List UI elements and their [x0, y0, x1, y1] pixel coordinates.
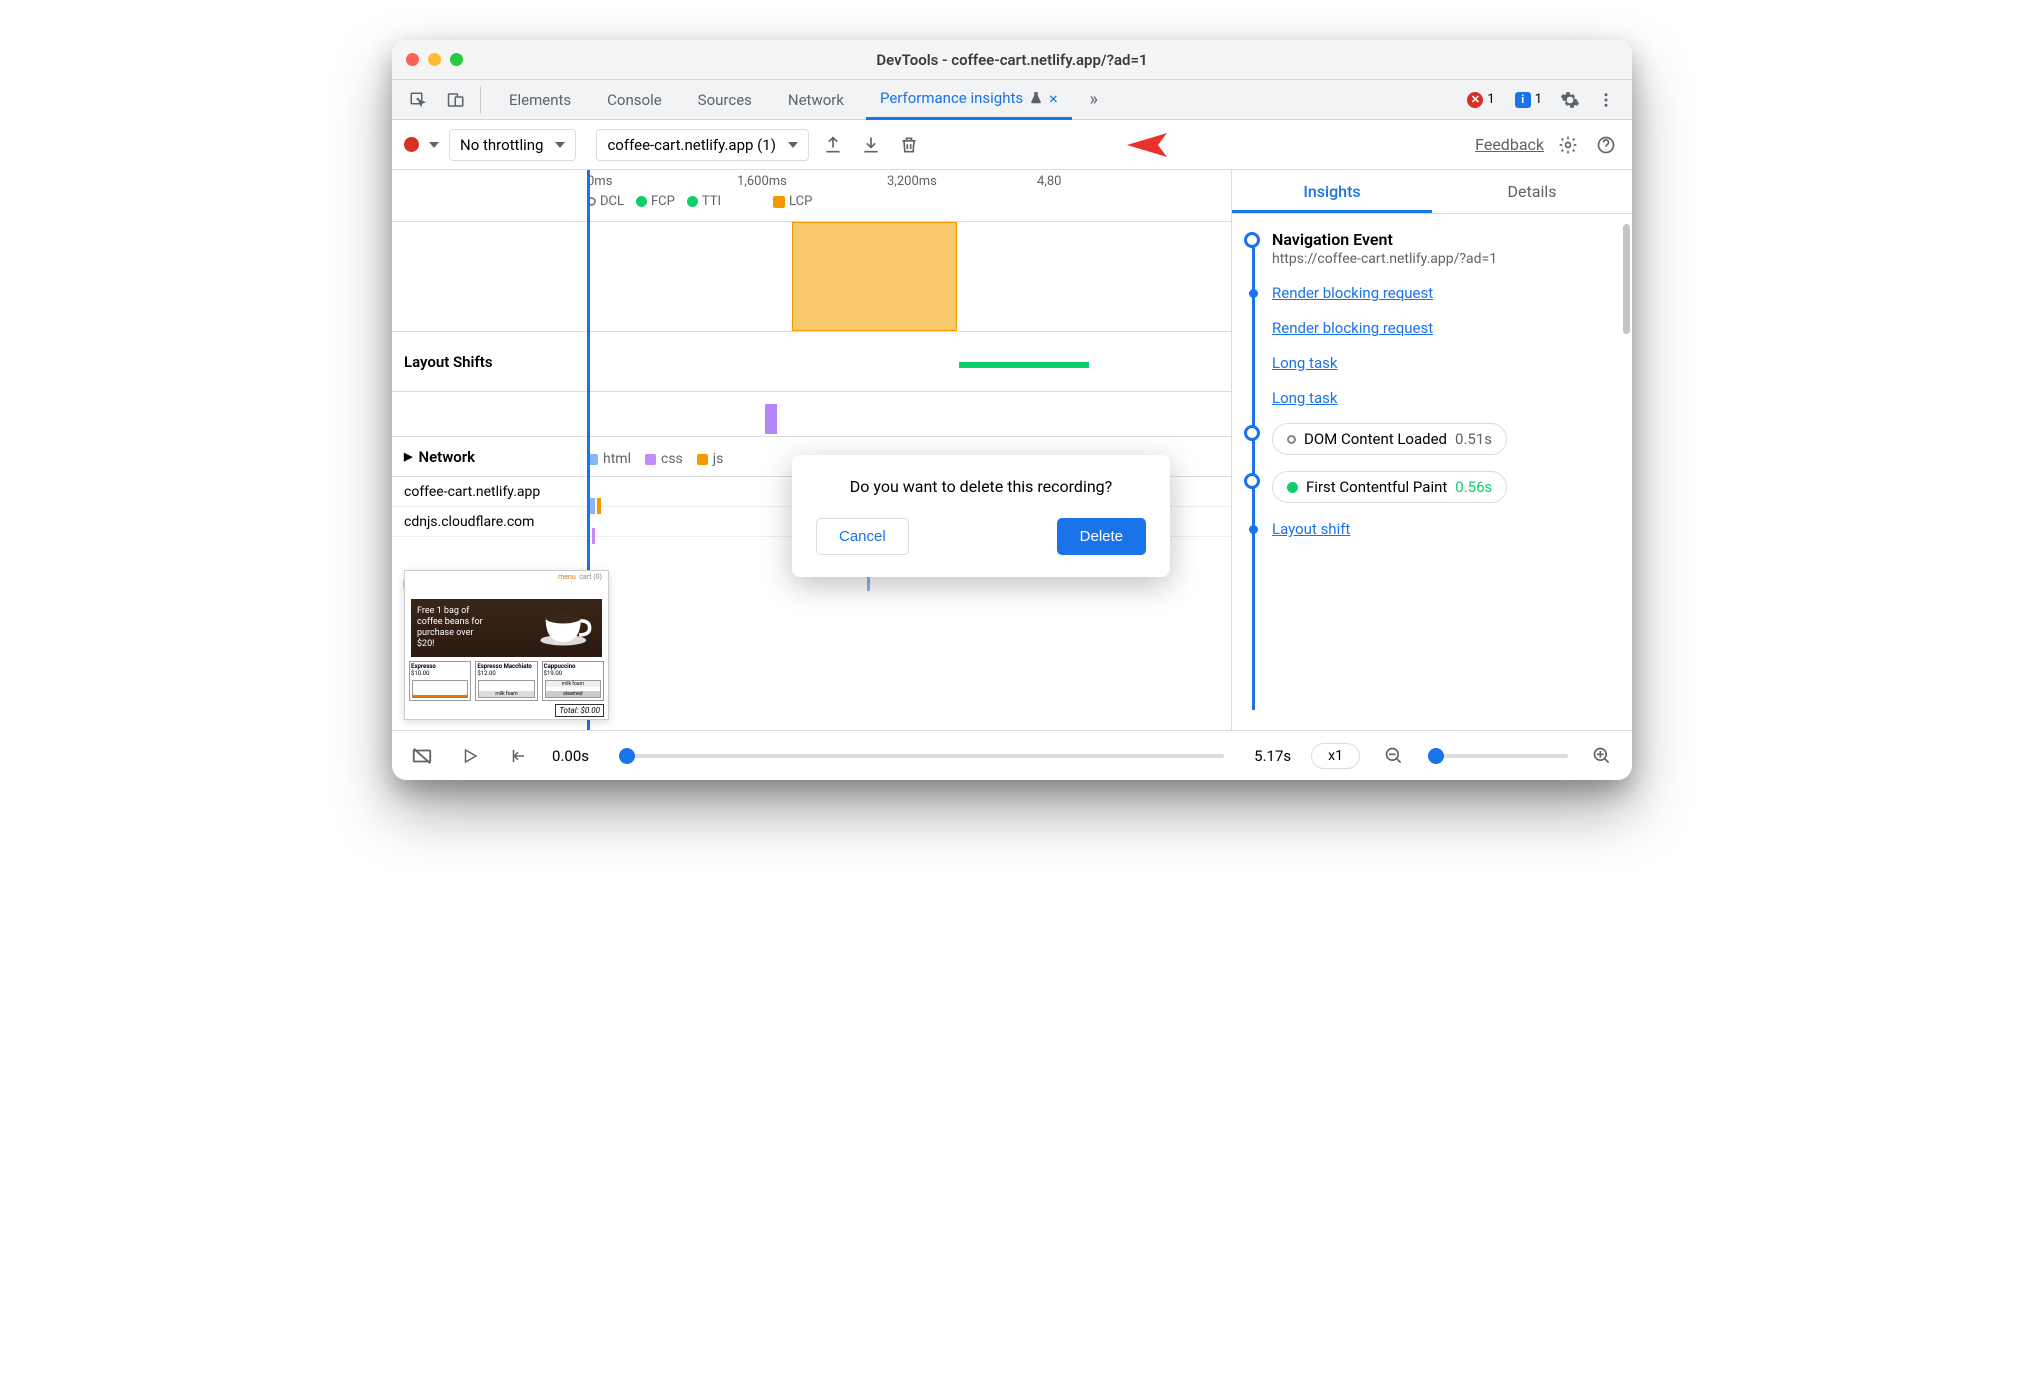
circle-icon — [1287, 435, 1296, 444]
content-area: 0ms 1,600ms 3,200ms 4,80 DCL FCP TTI LCP… — [392, 170, 1632, 730]
end-time: 5.17s — [1254, 747, 1291, 765]
delete-button[interactable]: Delete — [1057, 518, 1146, 555]
kebab-menu-icon[interactable] — [1592, 86, 1620, 114]
chevron-down-icon — [788, 142, 798, 148]
legend-js: js — [697, 451, 724, 467]
rewind-icon[interactable] — [504, 742, 532, 770]
request-bar[interactable] — [867, 577, 870, 591]
legend-css: css — [645, 451, 683, 467]
start-time: 0.00s — [552, 747, 589, 765]
insight-dcl[interactable]: DOM Content Loaded 0.51s — [1272, 423, 1614, 455]
product-thumb: Cappuccino$19.00milk foamsteamed — [542, 661, 604, 701]
scrollbar[interactable] — [1623, 224, 1630, 334]
request-bar[interactable] — [597, 498, 601, 514]
feedback-link[interactable]: Feedback — [1475, 135, 1544, 154]
error-icon: ✕ — [1467, 92, 1483, 108]
tick-label: 4,80 — [1037, 174, 1061, 189]
tab-sources[interactable]: Sources — [684, 82, 766, 118]
marker-lcp[interactable]: LCP — [773, 194, 812, 209]
insight-item[interactable]: Long task — [1272, 388, 1614, 407]
info-badge[interactable]: i 1 — [1509, 90, 1548, 110]
record-button[interactable] — [404, 137, 419, 152]
delete-icon[interactable] — [895, 131, 923, 159]
spacer-row — [392, 392, 1231, 437]
throttling-select[interactable]: No throttling — [449, 129, 576, 161]
marker-tti[interactable]: TTI — [687, 194, 721, 209]
insight-navigation[interactable]: Navigation Event https://coffee-cart.net… — [1272, 230, 1614, 267]
time-ruler: 0ms 1,600ms 3,200ms 4,80 DCL FCP TTI LCP — [392, 170, 1231, 222]
time-slider[interactable] — [619, 754, 1224, 758]
titlebar: DevTools - coffee-cart.netlify.app/?ad=1 — [392, 40, 1632, 80]
lcp-row — [392, 222, 1231, 332]
insights-sidebar: Insights Details Navigation Event https:… — [1232, 170, 1632, 730]
marker-fcp[interactable]: FCP — [636, 194, 675, 209]
insights-list: Navigation Event https://coffee-cart.net… — [1232, 214, 1632, 730]
toggle-screenshots-icon[interactable] — [408, 742, 436, 770]
error-badge[interactable]: ✕ 1 — [1461, 90, 1500, 110]
more-tabs-icon[interactable]: » — [1080, 86, 1108, 114]
device-toggle-icon[interactable] — [442, 86, 470, 114]
cancel-button[interactable]: Cancel — [816, 518, 909, 555]
lcp-block[interactable] — [792, 222, 957, 331]
tick-label: 0ms — [587, 174, 612, 189]
timeline-panel: 0ms 1,600ms 3,200ms 4,80 DCL FCP TTI LCP… — [392, 170, 1232, 730]
zoom-slider[interactable] — [1428, 754, 1568, 758]
annotation-arrow — [1112, 125, 1172, 165]
insight-item[interactable]: Render blocking request — [1272, 318, 1614, 337]
tab-network[interactable]: Network — [774, 82, 858, 118]
recording-select[interactable]: coffee-cart.netlify.app (1) — [596, 129, 808, 161]
close-tab-icon[interactable]: × — [1049, 89, 1058, 108]
flask-icon — [1029, 91, 1043, 105]
inspect-icon[interactable] — [404, 86, 432, 114]
tab-elements[interactable]: Elements — [495, 82, 585, 118]
window-title: DevTools - coffee-cart.netlify.app/?ad=1 — [392, 51, 1632, 69]
settings-gear-icon[interactable] — [1554, 131, 1582, 159]
insight-item[interactable]: Long task — [1272, 353, 1614, 372]
tab-details[interactable]: Details — [1432, 170, 1632, 213]
zoom-out-icon[interactable] — [1380, 742, 1408, 770]
info-icon: i — [1515, 92, 1531, 108]
marker-dcl[interactable]: DCL — [587, 194, 624, 209]
dot-icon — [1287, 482, 1298, 493]
insight-fcp[interactable]: First Contentful Paint 0.56s — [1272, 471, 1614, 503]
playback-bar: 0.00s 5.17s x1 — [392, 730, 1632, 780]
tab-insights[interactable]: Insights — [1232, 170, 1432, 213]
delete-confirm-dialog: Do you want to delete this recording? Ca… — [792, 455, 1170, 577]
tab-console[interactable]: Console — [593, 82, 676, 118]
dialog-text: Do you want to delete this recording? — [816, 477, 1146, 496]
chevron-down-icon — [555, 142, 565, 148]
play-icon[interactable] — [456, 742, 484, 770]
insight-layout-shift[interactable]: Layout shift — [1272, 519, 1614, 538]
speed-select[interactable]: x1 — [1311, 743, 1360, 769]
tick-label: 1,600ms — [737, 174, 787, 189]
layout-shift-bar[interactable] — [959, 362, 1089, 368]
layout-shifts-row: Layout Shifts — [392, 332, 1231, 392]
task-block[interactable] — [765, 404, 777, 434]
network-label[interactable]: ▶Network — [392, 437, 587, 476]
import-icon[interactable] — [857, 131, 885, 159]
insight-item[interactable]: Render blocking request — [1272, 283, 1614, 302]
zoom-in-icon[interactable] — [1588, 742, 1616, 770]
tab-bar: Elements Console Sources Network Perform… — [392, 80, 1632, 120]
export-icon[interactable] — [819, 131, 847, 159]
screenshot-thumbnail[interactable]: menu cart (0) Free 1 bag of coffee beans… — [404, 570, 609, 720]
devtools-window: DevTools - coffee-cart.netlify.app/?ad=1… — [392, 40, 1632, 780]
help-icon[interactable] — [1592, 131, 1620, 159]
product-thumb: Espresso$10.00 — [409, 661, 471, 701]
settings-icon[interactable] — [1556, 86, 1584, 114]
toolbar: No throttling coffee-cart.netlify.app (1… — [392, 120, 1632, 170]
record-dropdown[interactable] — [429, 142, 439, 148]
tick-label: 3,200ms — [887, 174, 937, 189]
tab-performance-insights[interactable]: Performance insights × — [866, 80, 1072, 120]
product-thumb: Espresso Macchiato$12.00milk foam — [475, 661, 537, 701]
legend-html: html — [587, 451, 631, 467]
timeline-line — [1252, 234, 1255, 710]
